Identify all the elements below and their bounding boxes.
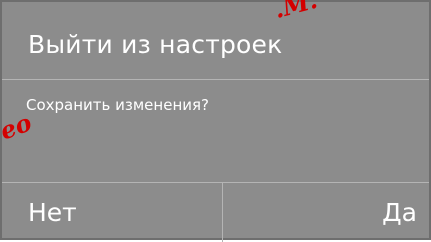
yes-button[interactable]: Да	[223, 183, 429, 242]
no-button-label: Нет	[28, 198, 77, 227]
yes-button-label: Да	[382, 198, 417, 227]
dialog-message: Сохранить изменения?	[26, 96, 209, 114]
title-divider	[2, 79, 429, 80]
no-button[interactable]: Нет	[2, 183, 222, 242]
dialog-title: Выйти из настроек	[28, 30, 283, 59]
exit-settings-dialog: Выйти из настроек Сохранить изменения? Н…	[0, 0, 431, 242]
